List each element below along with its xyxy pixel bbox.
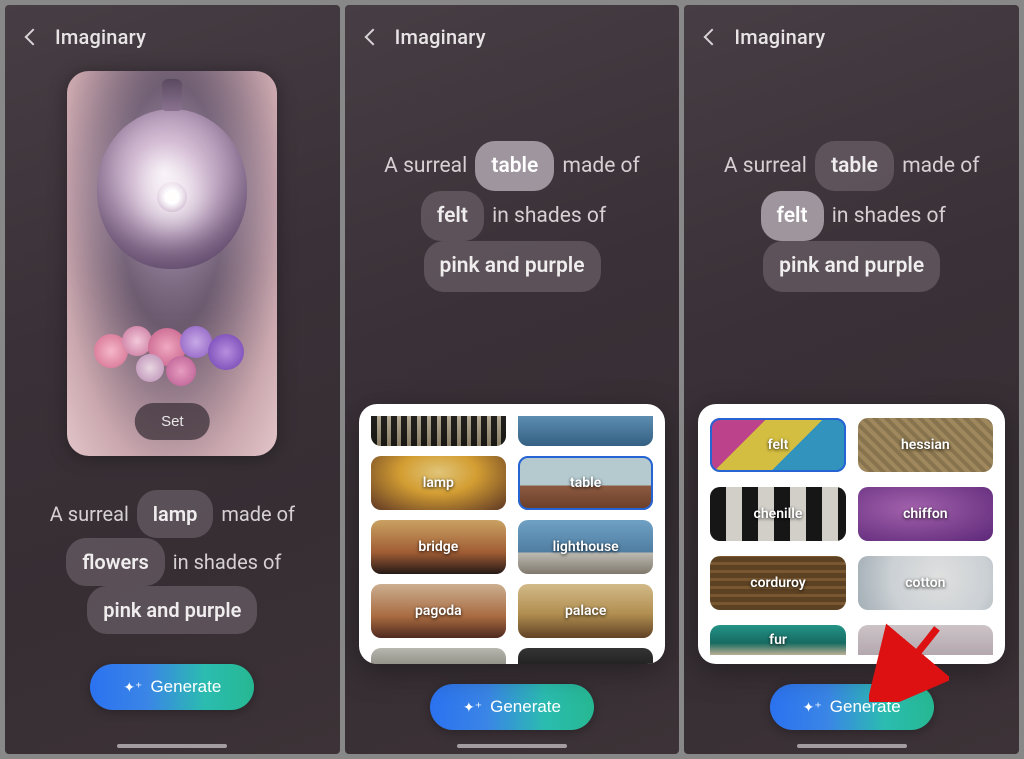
- back-icon[interactable]: [364, 29, 381, 46]
- option-tile-corduroy[interactable]: corduroy: [710, 556, 845, 610]
- screen-material-picker: Imaginary A surreal table made of felt i…: [684, 5, 1019, 754]
- sparkle-icon: ✦⁺: [463, 700, 482, 714]
- set-button[interactable]: Set: [135, 403, 210, 440]
- chip-material[interactable]: flowers: [66, 538, 164, 586]
- chip-material[interactable]: felt: [761, 191, 824, 241]
- prompt-text: A surreal table made of felt in shades o…: [702, 141, 1001, 292]
- screen-object-picker: Imaginary A surreal table made of felt i…: [345, 5, 680, 754]
- header: Imaginary: [702, 25, 1001, 49]
- page-title: Imaginary: [734, 25, 825, 49]
- material-picker-tray[interactable]: felt hessian chenille chiffon corduroy c…: [698, 404, 1005, 664]
- option-tile-chiffon[interactable]: chiffon: [858, 487, 993, 541]
- prompt-word: in shades of: [492, 204, 606, 228]
- chip-palette[interactable]: pink and purple: [763, 241, 940, 291]
- generate-label: Generate: [150, 677, 221, 697]
- prompt-word: made of: [902, 154, 979, 178]
- preview-art-orb: [97, 109, 247, 269]
- home-indicator[interactable]: [457, 744, 567, 748]
- prompt-word: made of: [563, 154, 640, 178]
- home-indicator[interactable]: [797, 744, 907, 748]
- option-tile-felt[interactable]: felt: [710, 418, 845, 472]
- chip-palette[interactable]: pink and purple: [424, 241, 601, 291]
- option-tile[interactable]: [371, 416, 506, 446]
- chip-material[interactable]: felt: [421, 191, 484, 241]
- object-picker-tray[interactable]: lamp table bridge lighthouse pagoda pala…: [359, 404, 666, 664]
- option-tile-hessian[interactable]: hessian: [858, 418, 993, 472]
- option-tile-cotton[interactable]: cotton: [858, 556, 993, 610]
- generate-button[interactable]: ✦⁺ Generate: [430, 684, 594, 730]
- chip-object[interactable]: table: [815, 141, 894, 191]
- prompt-word: A surreal: [384, 154, 472, 178]
- header: Imaginary: [363, 25, 662, 49]
- prompt-text: A surreal table made of felt in shades o…: [363, 141, 662, 292]
- chip-object[interactable]: lamp: [137, 490, 214, 538]
- prompt-word: in shades of: [173, 550, 282, 574]
- option-tile-pagoda[interactable]: pagoda: [371, 584, 506, 638]
- generate-button[interactable]: ✦⁺ Generate: [90, 664, 254, 710]
- chip-palette[interactable]: pink and purple: [87, 586, 257, 634]
- option-tile-lighthouse[interactable]: lighthouse: [518, 520, 653, 574]
- option-tile-fur[interactable]: fur: [710, 625, 845, 655]
- generate-label: Generate: [490, 697, 561, 717]
- back-icon[interactable]: [704, 29, 721, 46]
- prompt-word: A surreal: [50, 502, 134, 526]
- prompt-word: made of: [221, 502, 295, 526]
- sparkle-icon: ✦⁺: [123, 680, 142, 694]
- page-title: Imaginary: [55, 25, 146, 49]
- prompt-word: in shades of: [832, 204, 946, 228]
- sparkle-icon: ✦⁺: [803, 700, 822, 714]
- option-tile-lamp[interactable]: lamp: [371, 456, 506, 510]
- screen-preview: Imaginary Set A surreal lamp made of flo…: [5, 5, 340, 754]
- preview-art-flowers: [82, 276, 262, 386]
- option-tile[interactable]: [371, 648, 506, 664]
- option-tile[interactable]: [518, 416, 653, 446]
- option-tile-chenille[interactable]: chenille: [710, 487, 845, 541]
- home-indicator[interactable]: [117, 744, 227, 748]
- generate-button[interactable]: ✦⁺ Generate: [770, 684, 934, 730]
- page-title: Imaginary: [395, 25, 486, 49]
- wallpaper-preview[interactable]: Set: [67, 71, 277, 456]
- prompt-text: A surreal lamp made of flowers in shades…: [23, 490, 322, 634]
- chip-object[interactable]: table: [475, 141, 554, 191]
- option-tile-table[interactable]: table: [518, 456, 653, 510]
- header: Imaginary: [23, 25, 322, 49]
- generate-label: Generate: [830, 697, 901, 717]
- option-tile[interactable]: [518, 648, 653, 664]
- prompt-word: A surreal: [724, 154, 812, 178]
- back-icon[interactable]: [25, 29, 42, 46]
- option-tile-bridge[interactable]: bridge: [371, 520, 506, 574]
- option-tile[interactable]: [858, 625, 993, 655]
- option-tile-palace[interactable]: palace: [518, 584, 653, 638]
